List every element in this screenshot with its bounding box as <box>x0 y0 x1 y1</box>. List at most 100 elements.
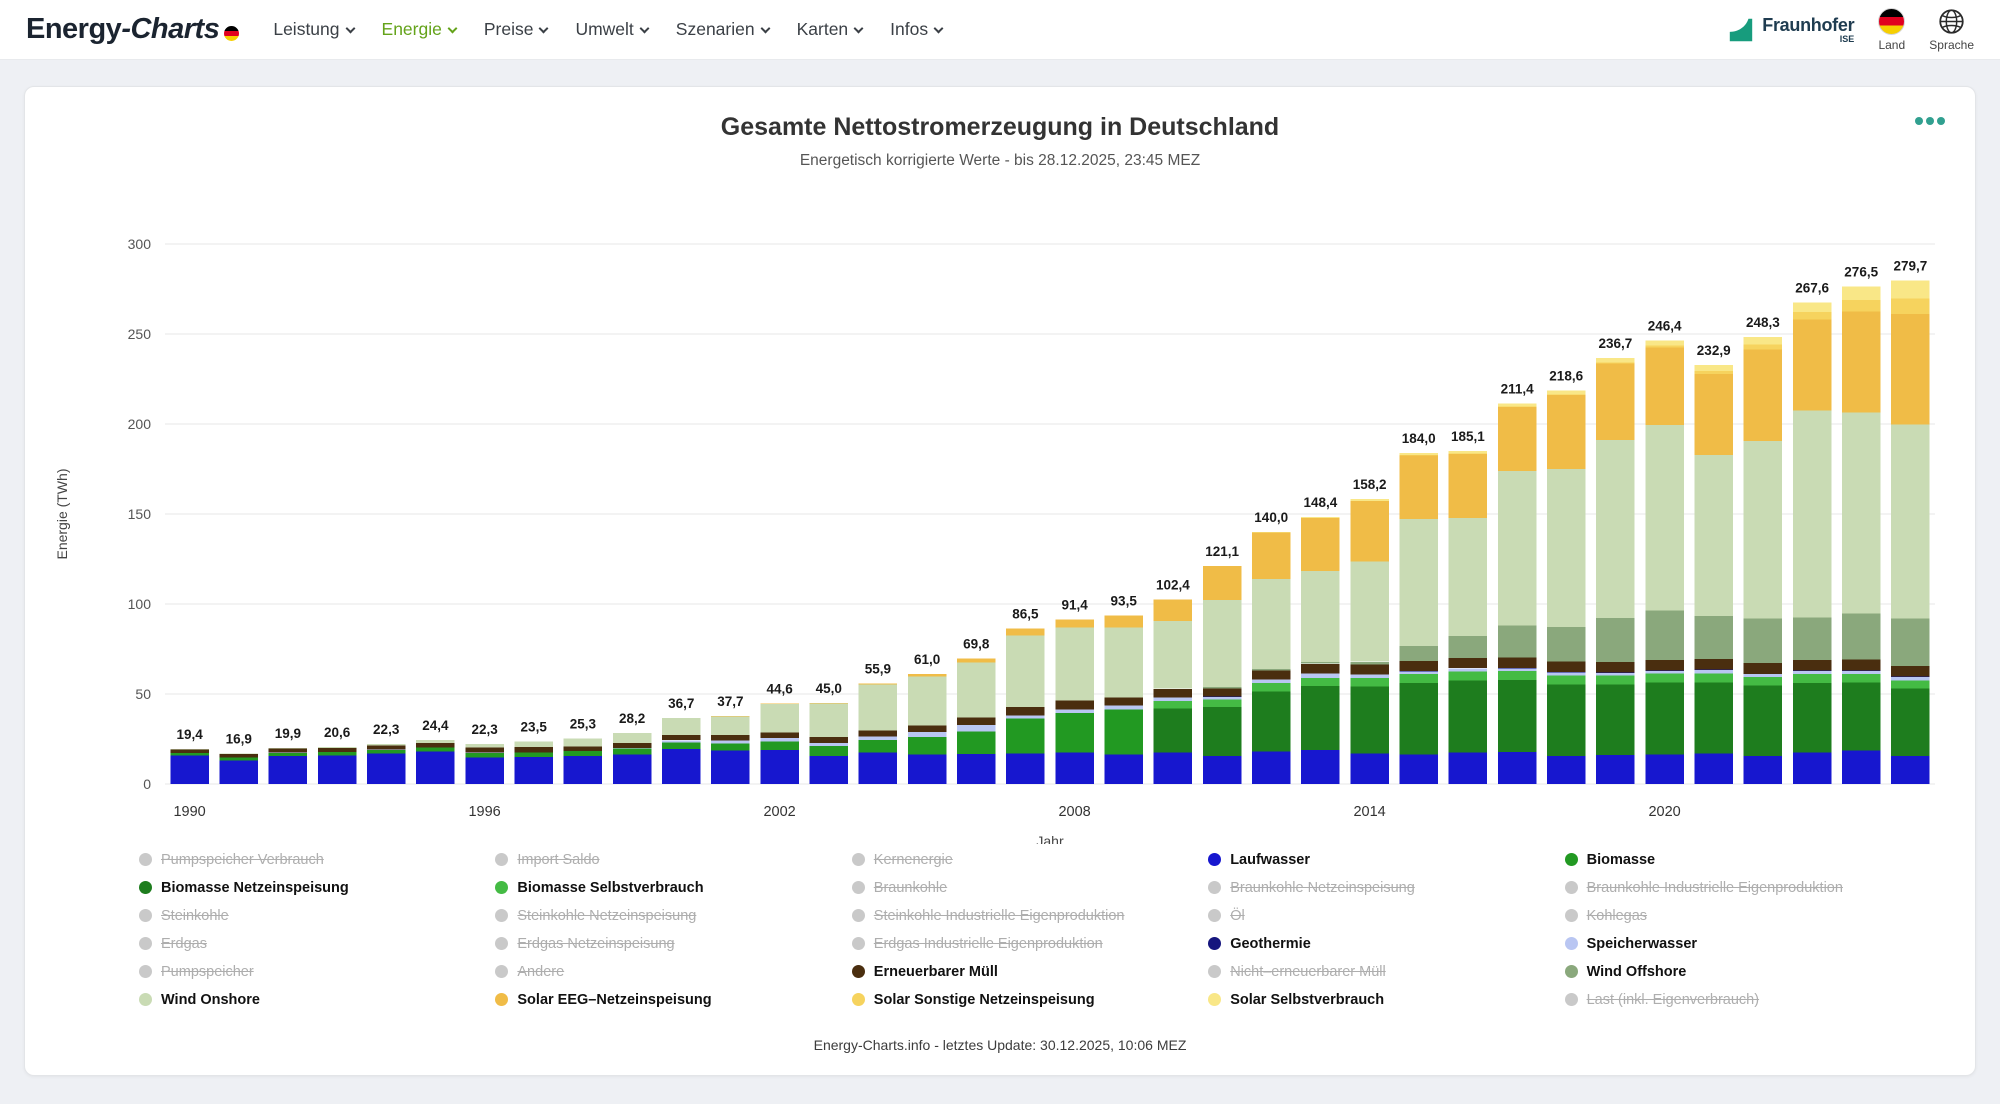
bar-segment[interactable] <box>1645 346 1683 348</box>
bar-segment[interactable] <box>1596 673 1634 676</box>
bar-segment[interactable] <box>662 740 700 742</box>
bar-segment[interactable] <box>908 677 946 726</box>
bar-segment[interactable] <box>1006 636 1044 708</box>
bar-segment[interactable] <box>465 753 503 757</box>
bar-segment[interactable] <box>1252 752 1290 784</box>
nav-szenarien[interactable]: Szenarien <box>676 19 769 40</box>
bar-segment[interactable] <box>1744 619 1782 664</box>
legend-item-solar-selbstverbrauch[interactable]: Solar Selbstverbrauch <box>1208 990 1540 1009</box>
bar-segment[interactable] <box>1055 628 1093 701</box>
bar-segment[interactable] <box>1006 716 1044 719</box>
bar-segment[interactable] <box>760 738 798 742</box>
bar-segment[interactable] <box>1449 753 1487 785</box>
bar-segment[interactable] <box>1891 689 1929 757</box>
nav-leistung[interactable]: Leistung <box>273 19 353 40</box>
bar-segment[interactable] <box>1252 691 1290 751</box>
bar-segment[interactable] <box>1498 626 1536 658</box>
bar-segment[interactable] <box>1154 753 1192 785</box>
bar-segment[interactable] <box>1301 686 1339 750</box>
legend-item-braunkohle-industrielle-eigenproduktion[interactable]: Braunkohle Industrielle Eigenproduktion <box>1565 878 1897 897</box>
bar-segment[interactable] <box>416 740 454 743</box>
bar-segment[interactable] <box>318 747 356 748</box>
bar-segment[interactable] <box>1547 685 1585 757</box>
bar-segment[interactable] <box>1154 600 1192 621</box>
bar-segment[interactable] <box>859 737 897 740</box>
legend-item-biomasse[interactable]: Biomasse <box>1565 850 1897 869</box>
bar-segment[interactable] <box>1695 365 1733 371</box>
bar-segment[interactable] <box>1744 345 1782 350</box>
bar-segment[interactable] <box>1891 425 1929 619</box>
bar-segment[interactable] <box>859 730 897 736</box>
bar-segment[interactable] <box>1006 718 1044 753</box>
bar-segment[interactable] <box>1793 312 1831 319</box>
bar-segment[interactable] <box>1203 687 1241 688</box>
nav-infos[interactable]: Infos <box>890 19 942 40</box>
bar-segment[interactable] <box>1842 683 1880 751</box>
bar-segment[interactable] <box>1400 683 1438 754</box>
bar-segment[interactable] <box>1055 710 1093 713</box>
bar-segment[interactable] <box>269 756 307 784</box>
bar-segment[interactable] <box>613 743 651 748</box>
bar-segment[interactable] <box>1301 674 1339 678</box>
bar-segment[interactable] <box>1596 662 1634 672</box>
bar-segment[interactable] <box>1842 412 1880 613</box>
bar-segment[interactable] <box>564 739 602 747</box>
bar-segment[interactable] <box>1793 674 1831 683</box>
bar-segment[interactable] <box>1449 681 1487 753</box>
bar-segment[interactable] <box>1449 658 1487 668</box>
bar-segment[interactable] <box>1645 425 1683 611</box>
bar-segment[interactable] <box>711 744 749 751</box>
bar-segment[interactable] <box>416 748 454 752</box>
bar-segment[interactable] <box>1449 636 1487 658</box>
bar-segment[interactable] <box>1301 571 1339 662</box>
bar-segment[interactable] <box>564 747 602 751</box>
bar-segment[interactable] <box>1400 519 1438 646</box>
bar-segment[interactable] <box>1400 754 1438 784</box>
legend-item-speicherwasser[interactable]: Speicherwasser <box>1565 934 1897 953</box>
bar-segment[interactable] <box>1203 756 1241 784</box>
legend-item-erdgas[interactable]: Erdgas <box>139 934 471 953</box>
legend-item-last-inkl-eigenverbrauch-[interactable]: Last (inkl. Eigenverbrauch) <box>1565 990 1897 1009</box>
bar-segment[interactable] <box>1695 455 1733 616</box>
bar-segment[interactable] <box>613 748 651 749</box>
bar-segment[interactable] <box>1793 683 1831 753</box>
bar-segment[interactable] <box>1449 672 1487 681</box>
bar-segment[interactable] <box>170 756 208 784</box>
bar-segment[interactable] <box>367 744 405 746</box>
legend-item-steinkohle-industrielle-eigenproduktion[interactable]: Steinkohle Industrielle Eigenproduktion <box>852 906 1184 925</box>
bar-segment[interactable] <box>1400 646 1438 661</box>
legend-item-steinkohle-netzeinspeisung[interactable]: Steinkohle Netzeinspeisung <box>495 906 827 925</box>
bar-segment[interactable] <box>662 749 700 784</box>
bar-segment[interactable] <box>1252 533 1290 580</box>
bar-segment[interactable] <box>220 758 258 761</box>
bar-segment[interactable] <box>1547 756 1585 784</box>
legend-item-andere[interactable]: Andere <box>495 962 827 981</box>
bar-segment[interactable] <box>1498 680 1536 752</box>
bar-segment[interactable] <box>859 685 897 731</box>
bar-segment[interactable] <box>318 748 356 752</box>
bar-segment[interactable] <box>318 752 356 755</box>
bar-segment[interactable] <box>1449 454 1487 518</box>
bar-segment[interactable] <box>1744 337 1782 345</box>
bar-segment[interactable] <box>1449 518 1487 636</box>
bar-segment[interactable] <box>1105 706 1143 710</box>
bar-segment[interactable] <box>1498 658 1536 669</box>
bar-segment[interactable] <box>662 718 700 735</box>
bar-segment[interactable] <box>1055 701 1093 710</box>
legend-item-wind-onshore[interactable]: Wind Onshore <box>139 990 471 1009</box>
legend-item-biomasse-selbstverbrauch[interactable]: Biomasse Selbstverbrauch <box>495 878 827 897</box>
bar-segment[interactable] <box>1695 673 1733 682</box>
bar-segment[interactable] <box>1842 660 1880 671</box>
bar-segment[interactable] <box>1645 755 1683 784</box>
bar-segment[interactable] <box>1793 319 1831 410</box>
bar-segment[interactable] <box>1842 751 1880 784</box>
chart-canvas[interactable]: 05010015020025030019,4199016,919,920,622… <box>43 184 1957 844</box>
language-selector[interactable]: Sprache <box>1929 8 1974 52</box>
bar-segment[interactable] <box>711 735 749 740</box>
bar-segment[interactable] <box>1891 756 1929 784</box>
bar-segment[interactable] <box>760 704 798 732</box>
bar-segment[interactable] <box>1301 664 1339 674</box>
bar-segment[interactable] <box>515 742 553 747</box>
legend-item-steinkohle[interactable]: Steinkohle <box>139 906 471 925</box>
bar-segment[interactable] <box>1252 680 1290 684</box>
